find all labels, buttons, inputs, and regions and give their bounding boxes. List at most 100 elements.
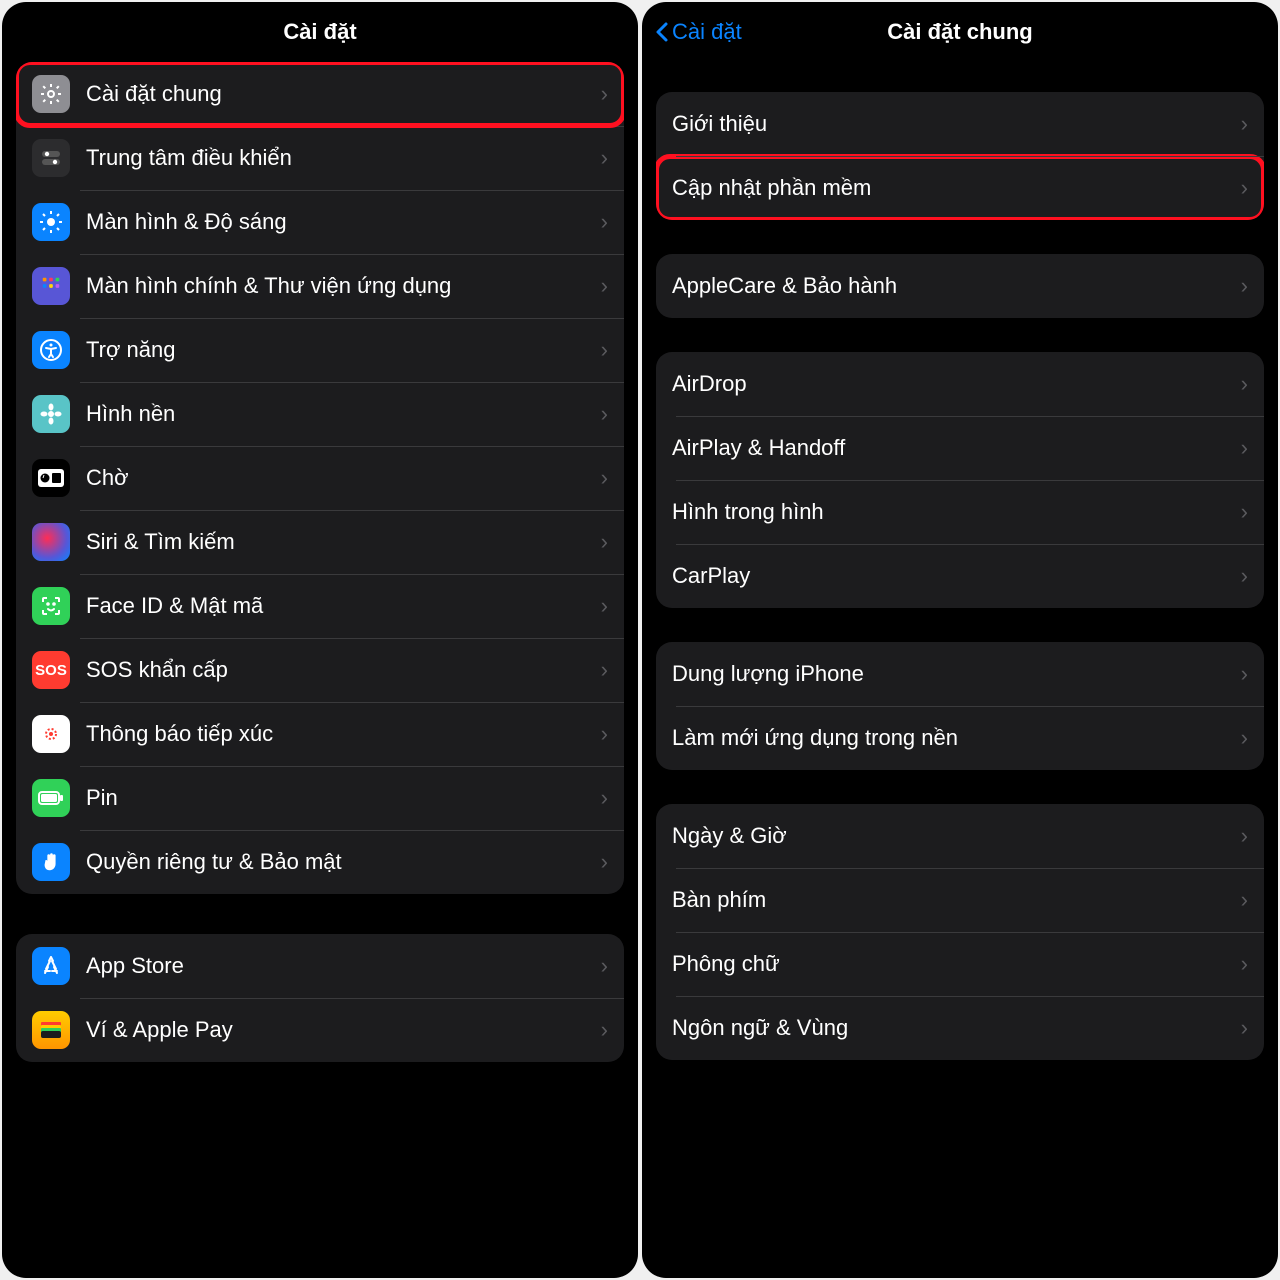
row-label: Ngày & Giờ	[672, 810, 1233, 862]
row-pip[interactable]: Hình trong hình ›	[656, 480, 1264, 544]
wallet-icon	[32, 1011, 70, 1049]
row-display[interactable]: Màn hình & Độ sáng ›	[16, 190, 624, 254]
general-group-2: AppleCare & Bảo hành ›	[656, 254, 1264, 318]
row-control-center[interactable]: Trung tâm điều khiển ›	[16, 126, 624, 190]
chevron-right-icon: ›	[1241, 435, 1248, 461]
row-label: Siri & Tìm kiếm	[86, 516, 593, 568]
header: Cài đặt	[2, 2, 638, 62]
row-sos[interactable]: SOS SOS khẩn cấp ›	[16, 638, 624, 702]
row-airplay[interactable]: AirPlay & Handoff ›	[656, 416, 1264, 480]
chevron-right-icon: ›	[601, 849, 608, 875]
row-label: Hình nền	[86, 388, 593, 440]
general-list: Giới thiệu › Cập nhật phần mềm › AppleCa…	[642, 62, 1278, 1278]
settings-list: Cài đặt chung › Trung tâm điều khiển › M…	[2, 62, 638, 1278]
standby-icon	[32, 459, 70, 497]
row-label: Bàn phím	[672, 874, 1233, 926]
chevron-right-icon: ›	[601, 145, 608, 171]
chevron-right-icon: ›	[601, 1017, 608, 1043]
hand-icon	[32, 843, 70, 881]
chevron-right-icon: ›	[601, 401, 608, 427]
apps-grid-icon	[32, 267, 70, 305]
row-label: Phông chữ	[672, 938, 1233, 990]
row-bg-refresh[interactable]: Làm mới ứng dụng trong nền ›	[656, 706, 1264, 770]
row-datetime[interactable]: Ngày & Giờ ›	[656, 804, 1264, 868]
general-group-1: Giới thiệu › Cập nhật phần mềm ›	[656, 92, 1264, 220]
header: Cài đặt Cài đặt chung	[642, 2, 1278, 62]
row-privacy[interactable]: Quyền riêng tư & Bảo mật ›	[16, 830, 624, 894]
chevron-right-icon: ›	[1241, 499, 1248, 525]
chevron-right-icon: ›	[601, 657, 608, 683]
row-keyboard[interactable]: Bàn phím ›	[656, 868, 1264, 932]
row-storage[interactable]: Dung lượng iPhone ›	[656, 642, 1264, 706]
back-button[interactable]: Cài đặt	[654, 19, 742, 45]
accessibility-icon	[32, 331, 70, 369]
chevron-right-icon: ›	[1241, 111, 1248, 137]
chevron-right-icon: ›	[601, 273, 608, 299]
settings-group-1: Cài đặt chung › Trung tâm điều khiển › M…	[16, 62, 624, 894]
row-exposure[interactable]: Thông báo tiếp xúc ›	[16, 702, 624, 766]
chevron-right-icon: ›	[601, 721, 608, 747]
row-battery[interactable]: Pin ›	[16, 766, 624, 830]
row-language[interactable]: Ngôn ngữ & Vùng ›	[656, 996, 1264, 1060]
row-general[interactable]: Cài đặt chung ›	[16, 62, 624, 126]
row-label: SOS khẩn cấp	[86, 644, 593, 696]
chevron-right-icon: ›	[601, 465, 608, 491]
row-home-screen[interactable]: Màn hình chính & Thư viện ứng dụng ›	[16, 254, 624, 318]
general-group-4: Dung lượng iPhone › Làm mới ứng dụng tro…	[656, 642, 1264, 770]
row-accessibility[interactable]: Trợ năng ›	[16, 318, 624, 382]
row-software-update[interactable]: Cập nhật phần mềm ›	[656, 156, 1264, 220]
row-standby[interactable]: Chờ ›	[16, 446, 624, 510]
row-label: Pin	[86, 772, 593, 824]
page-title: Cài đặt chung	[887, 19, 1032, 45]
row-faceid[interactable]: Face ID & Mật mã ›	[16, 574, 624, 638]
row-label: App Store	[86, 940, 593, 992]
chevron-right-icon: ›	[601, 209, 608, 235]
row-wallet[interactable]: Ví & Apple Pay ›	[16, 998, 624, 1062]
row-fonts[interactable]: Phông chữ ›	[656, 932, 1264, 996]
sos-icon: SOS	[32, 651, 70, 689]
row-siri[interactable]: Siri & Tìm kiếm ›	[16, 510, 624, 574]
row-label: Cập nhật phần mềm	[672, 162, 1233, 214]
row-label: Trung tâm điều khiển	[86, 132, 593, 184]
chevron-right-icon: ›	[601, 785, 608, 811]
chevron-left-icon	[654, 20, 670, 44]
back-label: Cài đặt	[672, 19, 742, 45]
settings-pane: Cài đặt Cài đặt chung › Trung tâm điều k…	[2, 2, 638, 1278]
row-label: AppleCare & Bảo hành	[672, 260, 1233, 312]
row-label: Trợ năng	[86, 324, 593, 376]
row-label: Làm mới ứng dụng trong nền	[672, 712, 1233, 764]
row-label: Quyền riêng tư & Bảo mật	[86, 836, 593, 888]
row-wallpaper[interactable]: Hình nền ›	[16, 382, 624, 446]
chevron-right-icon: ›	[601, 81, 608, 107]
chevron-right-icon: ›	[1241, 175, 1248, 201]
brightness-icon	[32, 203, 70, 241]
row-applecare[interactable]: AppleCare & Bảo hành ›	[656, 254, 1264, 318]
row-label: AirDrop	[672, 358, 1233, 410]
chevron-right-icon: ›	[1241, 1015, 1248, 1041]
row-about[interactable]: Giới thiệu ›	[656, 92, 1264, 156]
row-label: Dung lượng iPhone	[672, 648, 1233, 700]
chevron-right-icon: ›	[1241, 273, 1248, 299]
row-airdrop[interactable]: AirDrop ›	[656, 352, 1264, 416]
row-label: AirPlay & Handoff	[672, 422, 1233, 474]
chevron-right-icon: ›	[1241, 887, 1248, 913]
chevron-right-icon: ›	[601, 593, 608, 619]
chevron-right-icon: ›	[601, 337, 608, 363]
general-group-5: Ngày & Giờ › Bàn phím › Phông chữ › Ngôn…	[656, 804, 1264, 1060]
chevron-right-icon: ›	[1241, 725, 1248, 751]
row-carplay[interactable]: CarPlay ›	[656, 544, 1264, 608]
row-appstore[interactable]: App Store ›	[16, 934, 624, 998]
toggles-icon	[32, 139, 70, 177]
row-label: Chờ	[86, 452, 593, 504]
row-label: Thông báo tiếp xúc	[86, 708, 593, 760]
chevron-right-icon: ›	[1241, 823, 1248, 849]
settings-group-2: App Store › Ví & Apple Pay ›	[16, 934, 624, 1062]
row-label: Ví & Apple Pay	[86, 1004, 593, 1056]
row-label: Hình trong hình	[672, 486, 1233, 538]
page-title: Cài đặt	[283, 19, 356, 45]
general-group-3: AirDrop › AirPlay & Handoff › Hình trong…	[656, 352, 1264, 608]
gear-icon	[32, 75, 70, 113]
row-label: Face ID & Mật mã	[86, 580, 593, 632]
row-label: Màn hình chính & Thư viện ứng dụng	[86, 260, 593, 312]
chevron-right-icon: ›	[1241, 661, 1248, 687]
